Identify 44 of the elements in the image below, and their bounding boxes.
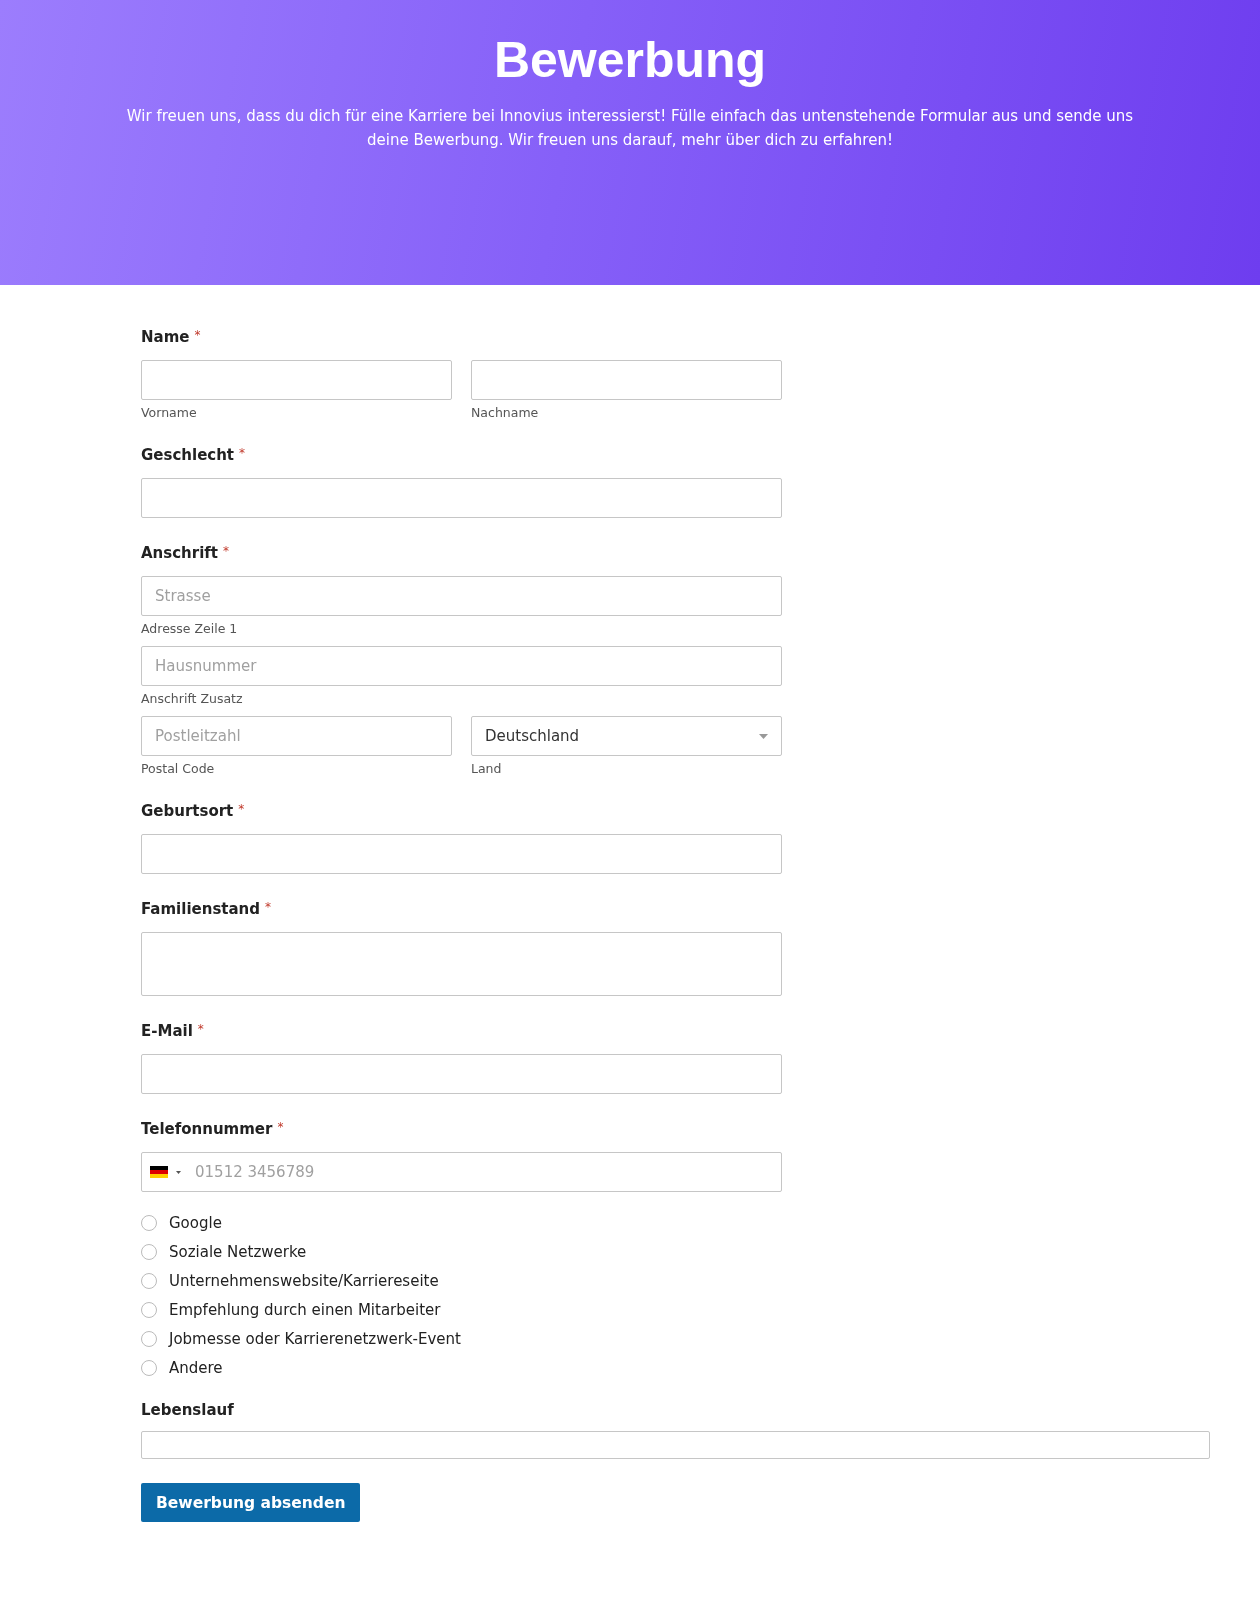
field-label: Name — [141, 328, 190, 346]
radio-label[interactable]: Google — [169, 1214, 222, 1232]
field-caption: Nachname — [471, 405, 540, 420]
required-mark: * — [194, 328, 201, 342]
text-field[interactable]: Postleitzahl — [141, 716, 452, 756]
field-caption: Vorname — [141, 405, 198, 420]
file-upload-field[interactable] — [141, 1431, 1210, 1459]
field-label: Geschlecht — [141, 446, 235, 464]
required-mark: * — [239, 446, 246, 460]
submit-button[interactable]: Bewerbung absenden — [141, 1483, 361, 1522]
country-dropdown[interactable]: Deutschland — [471, 716, 782, 756]
radio-label[interactable]: Soziale Netzwerke — [169, 1243, 307, 1261]
field-caption: Land — [471, 761, 503, 776]
intro-text: Wir freuen uns, dass du dich für eine Karriere bei Innovius interessierst! Fülle einfach das untenstehende Formular aus und sende uns deine Bewerbung. Wir freuen uns darauf, mehr über dich zu erfahren! — [125, 106, 1135, 151]
text-field[interactable] — [141, 1054, 782, 1094]
field-label: Lebenslauf — [141, 1401, 234, 1419]
caret-icon — [176, 1170, 181, 1174]
text-field[interactable] — [141, 478, 782, 518]
field-label: Anschrift — [141, 544, 219, 562]
text-field[interactable]: Strasse — [141, 576, 782, 616]
required-mark: * — [277, 1120, 284, 1134]
field-label: Geburtsort — [141, 802, 234, 820]
required-mark: * — [238, 802, 245, 816]
field-caption: Anschrift Zusatz — [141, 691, 244, 706]
required-mark: * — [223, 544, 230, 558]
caret-icon — [759, 733, 768, 739]
radio-label[interactable]: Jobmesse oder Karrierenetzwerk-Event — [169, 1330, 461, 1348]
text-field[interactable]: Hausnummer — [141, 646, 782, 686]
radio-label[interactable]: Unternehmenswebsite/Karriereseite — [169, 1272, 439, 1290]
page-title: Bewerbung — [493, 31, 767, 90]
text-area[interactable] — [141, 932, 782, 996]
text-field[interactable] — [141, 360, 452, 400]
field-label: Familienstand — [141, 900, 261, 918]
text-field[interactable] — [471, 360, 782, 400]
field-caption: Postal Code — [141, 761, 216, 776]
required-mark: * — [265, 900, 272, 914]
flag-icon[interactable] — [150, 1166, 168, 1178]
field-label: E-Mail — [141, 1022, 193, 1040]
required-mark: * — [197, 1022, 204, 1036]
radio-label[interactable]: Empfehlung durch einen Mitarbeiter — [169, 1301, 441, 1319]
radio-label[interactable]: Andere — [169, 1359, 223, 1377]
text-field[interactable] — [141, 834, 782, 874]
field-label: Telefonnummer — [141, 1120, 273, 1138]
field-caption: Adresse Zeile 1 — [141, 621, 239, 636]
